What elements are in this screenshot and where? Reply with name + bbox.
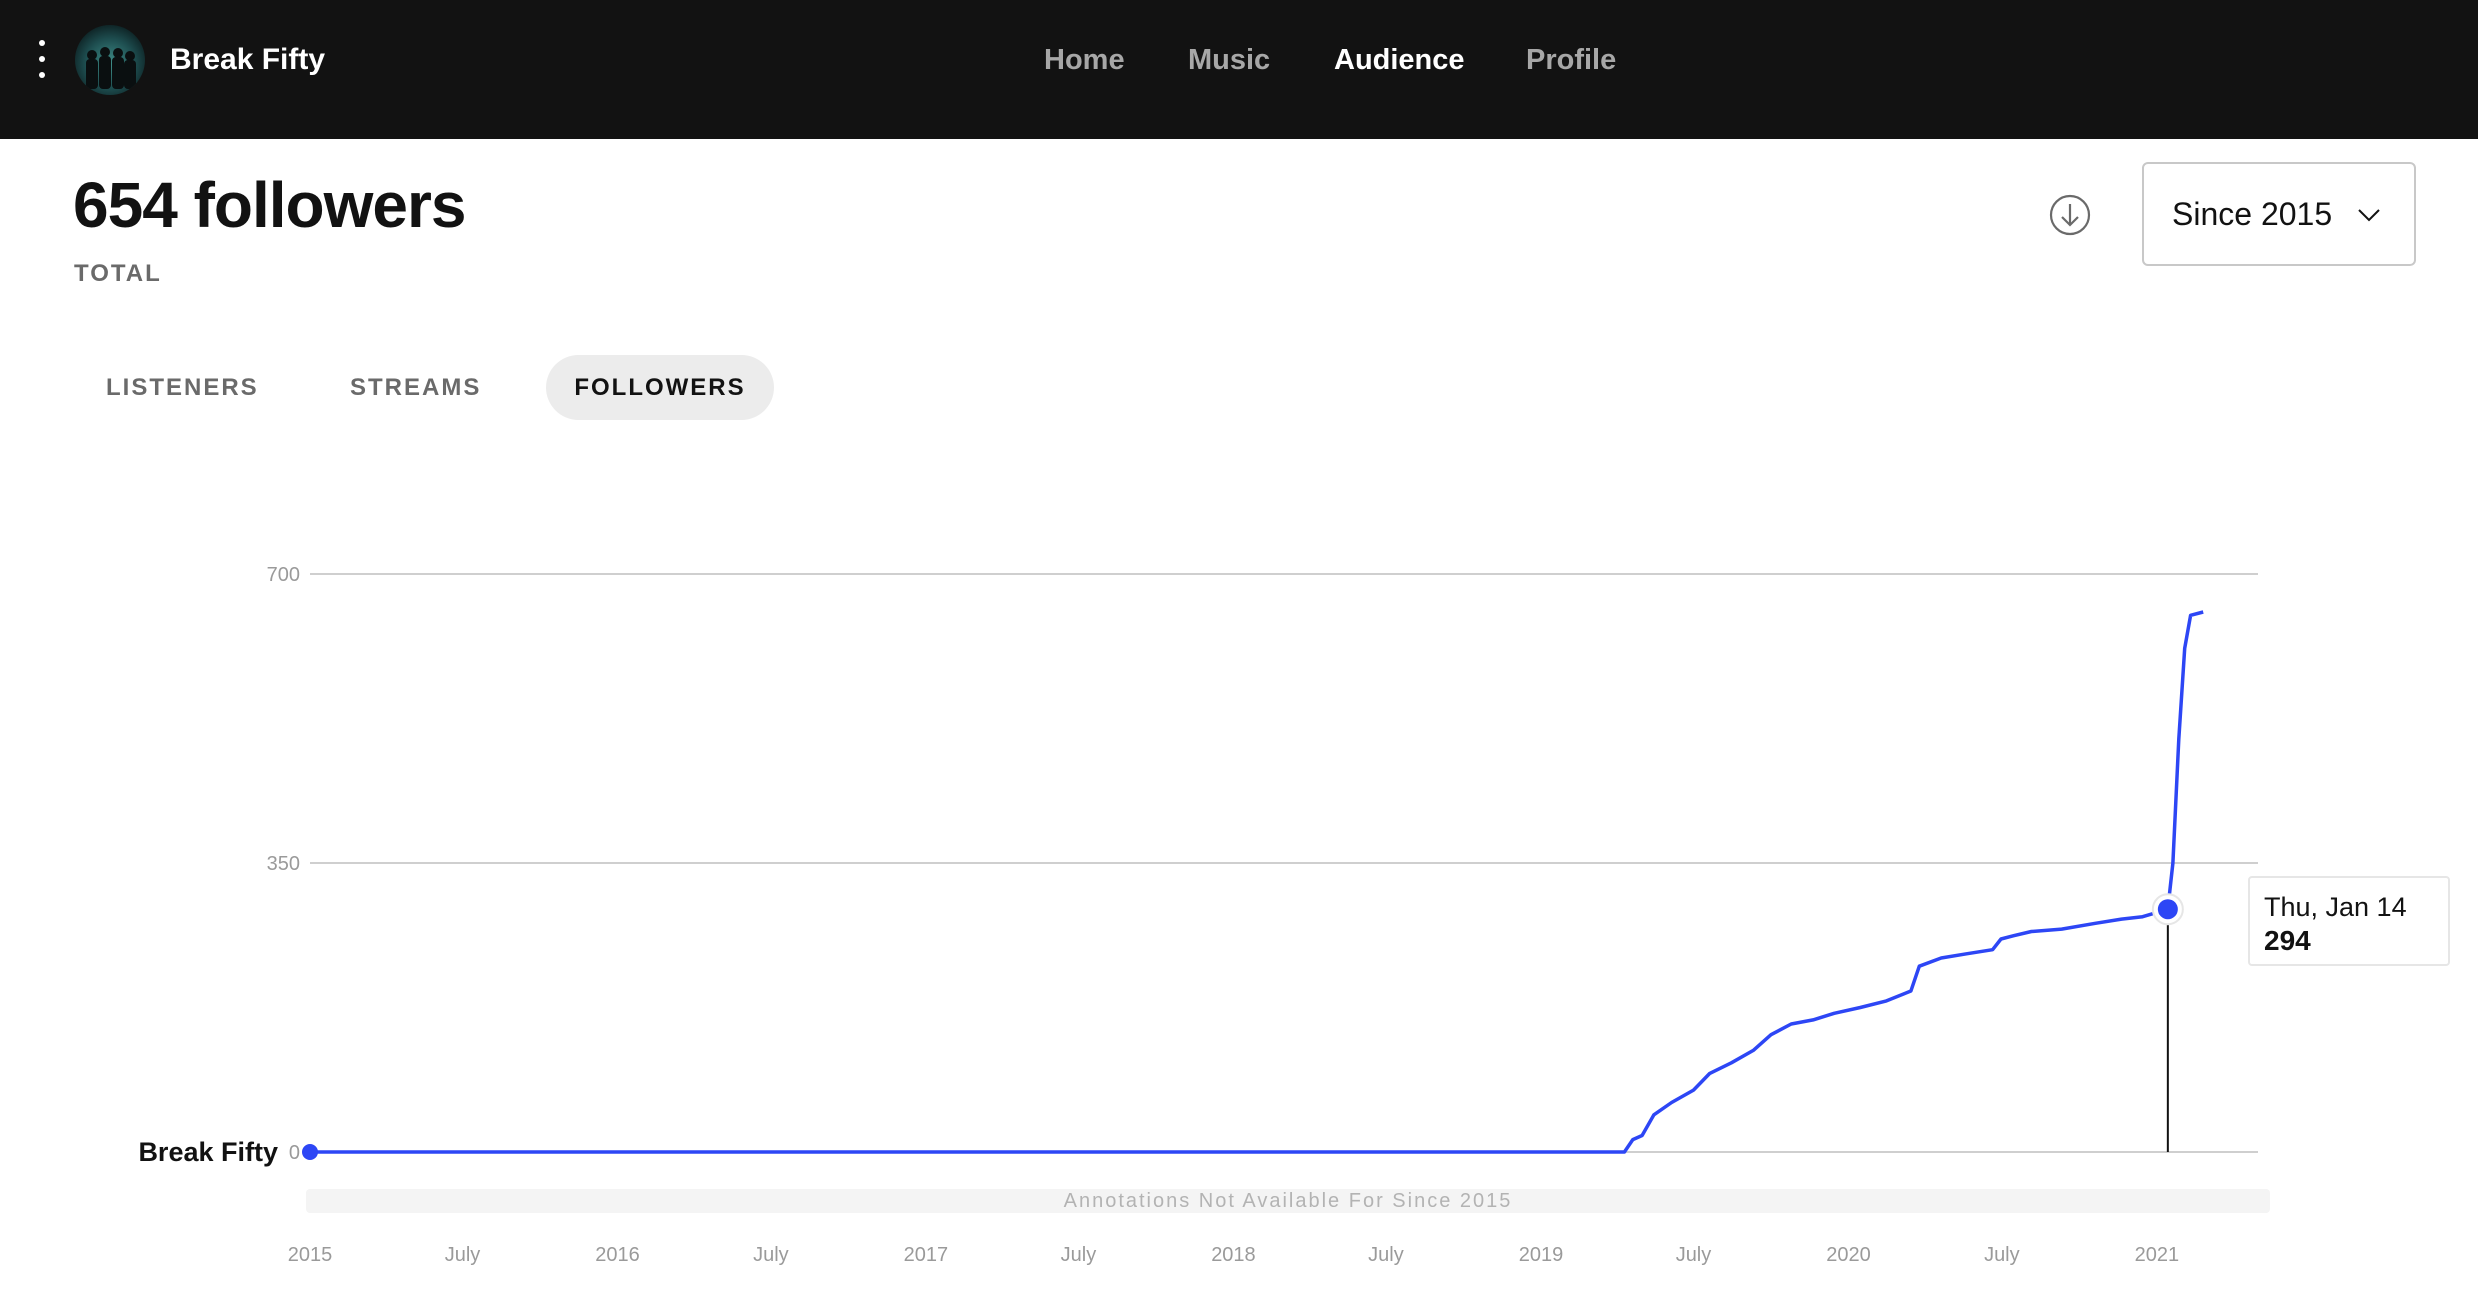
tooltip-value: 294 <box>2264 925 2311 956</box>
x-tick-label-10: 2020 <box>1826 1244 1871 1266</box>
x-tick-label-1: July <box>445 1244 481 1266</box>
x-tick-label-8: 2019 <box>1519 1244 1564 1266</box>
x-tick-label-3: July <box>753 1244 789 1266</box>
y-tick-label-350: 350 <box>267 853 300 875</box>
series-start-point <box>302 1144 318 1160</box>
x-tick-label-7: July <box>1368 1244 1404 1266</box>
x-tick-label-5: July <box>1061 1244 1097 1266</box>
x-tick-label-9: July <box>1676 1244 1712 1266</box>
chart-tooltip: Thu, Jan 14 294 <box>2248 876 2450 966</box>
x-tick-label-12: 2021 <box>2135 1244 2180 1266</box>
followers-chart: 0 350 700 2015 July 2016 July 2017 July 2018 July 2… <box>138 564 2258 1266</box>
annotations-bar: Annotations Not Available For Since 2015 <box>306 1189 2270 1213</box>
tooltip-date: Thu, Jan 14 <box>2264 892 2407 922</box>
x-tick-label-6: 2018 <box>1211 1244 1256 1266</box>
x-tick-label-0: 2015 <box>288 1244 333 1266</box>
x-tick-label-4: 2017 <box>904 1244 949 1266</box>
x-tick-label-2: 2016 <box>595 1244 640 1266</box>
followers-series-line <box>310 610 2204 1154</box>
x-tick-label-11: July <box>1984 1244 2020 1266</box>
y-tick-label-700: 700 <box>267 564 300 586</box>
highlight-point <box>2157 899 2178 920</box>
y-tick-label-0: 0 <box>289 1142 300 1164</box>
series-label: Break Fifty <box>138 1137 278 1167</box>
